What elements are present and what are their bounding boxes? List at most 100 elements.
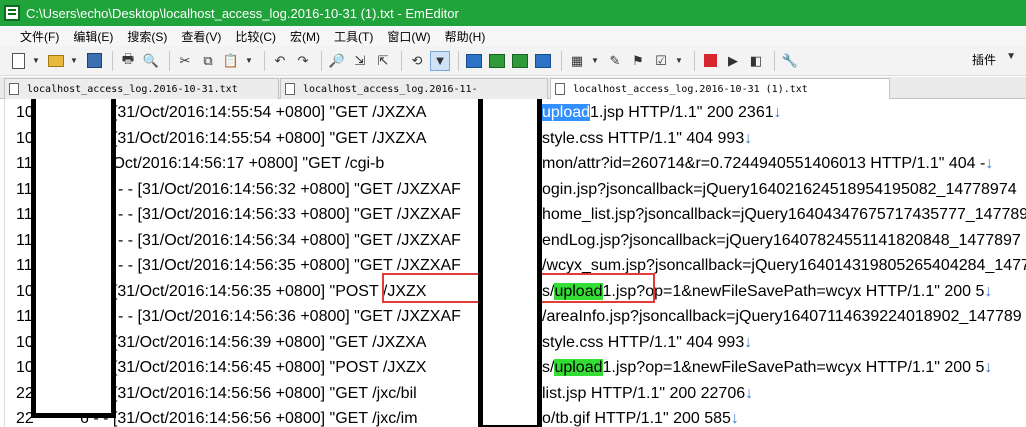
newline-marker-icon: ↓	[730, 410, 739, 427]
menu-edit[interactable]: 编辑(E)	[73, 28, 121, 45]
print-preview-icon[interactable]: 🔍	[141, 51, 161, 71]
newline-marker-icon: ↓	[984, 282, 993, 300]
properties-icon[interactable]: ☑	[651, 51, 671, 71]
toolbar-divider	[169, 50, 170, 71]
search-match-highlight: upload	[554, 359, 603, 376]
toolbar-divider	[401, 50, 402, 71]
find-next-icon[interactable]: ⇲	[350, 51, 370, 71]
log-line-tail: mon/attr?id=260714&r=0.7244940551406013 …	[542, 152, 993, 176]
log-line-path: list.jsp HTTP/1.1" 200 22706	[542, 384, 746, 402]
find-icon[interactable]: 🔎	[327, 51, 347, 71]
emeditor-app-icon[interactable]	[4, 5, 20, 21]
log-line-tail: style.css HTTP/1.1" 404 993↓	[542, 127, 752, 151]
log-line-text: 3 - - [31/Oct/2016:14:56:45 +0800] "POST…	[80, 359, 427, 376]
gutter-line	[4, 99, 5, 427]
tab-label: localhost_access_log.2016-10-31.txt	[27, 83, 238, 95]
new-file-dropdown-icon[interactable]: ▼	[31, 51, 41, 71]
log-line-tail: home_list.jsp?jsoncallback=jQuery1640434…	[542, 203, 1026, 227]
redo-icon[interactable]: ↷	[293, 51, 313, 71]
text-file-icon	[555, 83, 565, 95]
record-macro-icon[interactable]: ◧	[746, 51, 766, 71]
menu-view[interactable]: 查看(V)	[181, 28, 229, 45]
log-line-text: 6 - - [31/Oct/2016:14:56:56 +0800] "GET …	[80, 384, 417, 402]
toolbar-divider	[774, 50, 775, 71]
properties-dropdown-icon[interactable]: ▼	[674, 51, 684, 71]
print-icon[interactable]: 🖶	[118, 51, 138, 71]
newline-marker-icon: ↓	[744, 129, 753, 147]
log-line-rest: 1.jsp?op=1&newFileSavePath=wcyx HTTP/1.1…	[602, 282, 985, 300]
plugins-dropdown-icon[interactable]: ▼	[1006, 51, 1016, 62]
paste-icon[interactable]: 📋	[221, 51, 241, 71]
text-file-icon	[285, 83, 295, 95]
sync-scroll-icon[interactable]	[487, 51, 507, 71]
copy-icon[interactable]: ⧉	[198, 51, 218, 71]
stop-macro-icon[interactable]	[700, 51, 720, 71]
split-window-icon[interactable]	[464, 51, 484, 71]
log-line-path: ogin.jsp?jsoncallback=jQuery164021624518…	[542, 180, 1017, 198]
log-line-tail: ogin.jsp?jsoncallback=jQuery164021624518…	[542, 178, 1017, 202]
log-line-path: style.css HTTP/1.1" 404 993	[542, 129, 745, 147]
toolbar-divider	[264, 50, 265, 71]
toolbar-divider	[321, 50, 322, 71]
log-line-text: - - [31/Oct/2016:14:56:32 +0800] "GET /J…	[118, 180, 461, 198]
replace-icon[interactable]: ⟲	[407, 51, 427, 71]
menu-help[interactable]: 帮助(H)	[445, 28, 494, 45]
redaction-block-ip	[31, 99, 116, 418]
run-macro-icon[interactable]: ▶	[723, 51, 743, 71]
word-wrap-icon[interactable]: ▦	[567, 51, 587, 71]
menu-search[interactable]: 搜索(S)	[127, 28, 175, 45]
log-line-tail: o/tb.gif HTTP/1.1" 200 585↓	[542, 407, 739, 427]
log-line-path: o/tb.gif HTTP/1.1" 200 585	[542, 410, 731, 427]
log-line-rest: 1.jsp?op=1&newFileSavePath=wcyx HTTP/1.1…	[602, 359, 985, 376]
find-prev-icon[interactable]: ⇱	[373, 51, 393, 71]
refresh-icon[interactable]	[510, 51, 530, 71]
bookmark-icon[interactable]: ✎	[605, 51, 625, 71]
log-line-text: 3 - - [31/Oct/2016:14:55:54 +0800] "GET …	[80, 129, 427, 147]
save-icon[interactable]	[84, 51, 104, 71]
log-line-text: - - [31/Oct/2016:14:56:33 +0800] "GET /J…	[118, 206, 461, 223]
log-line-tail: s/upload1.jsp?op=1&newFileSavePath=wcyx …	[542, 356, 992, 380]
plugin-tool-icon[interactable]: 🔧	[780, 51, 800, 71]
log-line-path: s/	[542, 359, 555, 376]
log-line-text: - - [31/Oct/2016:14:56:36 +0800] "GET /J…	[118, 308, 461, 325]
menu-window[interactable]: 窗口(W)	[387, 28, 438, 45]
undo-icon[interactable]: ↶	[270, 51, 290, 71]
paste-dropdown-icon[interactable]: ▼	[244, 51, 254, 71]
newline-marker-icon: ↓	[984, 359, 993, 376]
menu-file[interactable]: 文件(F)	[20, 28, 67, 45]
tab-file-1[interactable]: localhost_access_log.2016-10-31.txt	[4, 78, 279, 99]
tab-label: localhost_access_log.2016-10-31 (1).txt	[573, 83, 808, 95]
open-folder-icon[interactable]	[46, 51, 66, 71]
log-line-path: endLog.jsp?jsoncallback=jQuery1640782455…	[542, 231, 1021, 249]
toolbar-divider	[694, 50, 695, 71]
tab-file-3-active[interactable]: localhost_access_log.2016-10-31 (1).txt	[550, 78, 890, 99]
filter-icon[interactable]: ▼	[430, 50, 450, 71]
plugins-menu-label[interactable]: 插件	[972, 51, 996, 68]
log-line-text: - - [31/Oct/2016:14:56:34 +0800] "GET /J…	[118, 231, 461, 249]
log-line-tail: style.css HTTP/1.1" 404 993↓	[542, 331, 752, 355]
log-line-tail: upload1.jsp HTTP/1.1" 200 2361↓	[542, 101, 782, 125]
log-line-tail: list.jsp HTTP/1.1" 200 22706↓	[542, 382, 753, 406]
log-line-text: 3 - - [31/Oct/2016:14:56:39 +0800] "GET …	[80, 333, 427, 351]
log-line-text: 3 - - [31/Oct/2016:14:56:35 +0800] "POST…	[80, 282, 427, 300]
menu-bar: 文件(F) 编辑(E) 搜索(S) 查看(V) 比较(C) 宏(M) 工具(T)…	[0, 26, 1026, 46]
cut-icon[interactable]: ✂	[175, 51, 195, 71]
selected-match: upload	[542, 104, 591, 121]
menu-tools[interactable]: 工具(T)	[334, 28, 381, 45]
tab-file-2[interactable]: localhost_access_log.2016-11-	[280, 78, 548, 99]
menu-compare[interactable]: 比较(C)	[235, 28, 284, 45]
log-line-text: 3 - - [31/Oct/2016:14:55:54 +0800] "GET …	[80, 104, 427, 121]
log-line-path: /areaInfo.jsp?jsoncallback=jQuery1640711…	[542, 308, 1022, 325]
menu-macro[interactable]: 宏(M)	[290, 28, 328, 45]
compare-icon[interactable]	[533, 51, 553, 71]
word-wrap-dropdown-icon[interactable]: ▼	[590, 51, 600, 71]
new-file-icon[interactable]	[8, 51, 28, 71]
title-bar: C:\Users\echo\Desktop\localhost_access_l…	[0, 0, 1026, 26]
toolbar-divider	[112, 50, 113, 71]
newline-marker-icon: ↓	[744, 333, 753, 351]
log-line-rest: 1.jsp HTTP/1.1" 200 2361	[590, 104, 774, 121]
editor-text-area[interactable]: 10 3 - - [31/Oct/2016:14:55:54 +0800] "GE…	[0, 99, 1026, 427]
log-line-tail: /areaInfo.jsp?jsoncallback=jQuery1640711…	[542, 305, 1022, 329]
open-dropdown-icon[interactable]: ▼	[69, 51, 79, 71]
macro-icon[interactable]: ⚑	[628, 51, 648, 71]
